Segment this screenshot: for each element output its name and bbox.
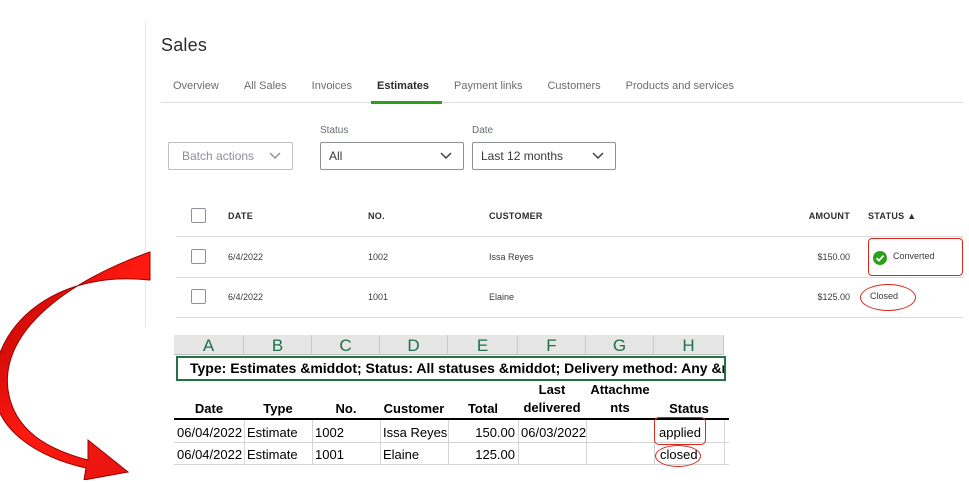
column-header-date[interactable]: DATE bbox=[228, 211, 253, 221]
column-letter-c[interactable]: C bbox=[312, 335, 380, 355]
header-bottom-border bbox=[174, 418, 729, 420]
row-number[interactable]: 1001 bbox=[368, 292, 388, 302]
sales-tabs: Overview All Sales Invoices Estimates Pa… bbox=[161, 73, 963, 104]
tab-overview[interactable]: Overview bbox=[173, 73, 219, 103]
header-no: No. bbox=[335, 401, 357, 416]
column-letter-f[interactable]: F bbox=[518, 335, 586, 355]
column-header-amount[interactable]: AMOUNT bbox=[766, 211, 850, 221]
column-letter-b[interactable]: B bbox=[244, 335, 312, 355]
tab-all-sales[interactable]: All Sales bbox=[244, 73, 287, 103]
row-amount: $125.00 bbox=[817, 292, 850, 302]
header-attachments-line1: Attachme bbox=[590, 382, 650, 397]
cell-customer[interactable]: Elaine bbox=[383, 447, 419, 462]
col-gridline bbox=[312, 420, 313, 465]
tab-customers[interactable]: Customers bbox=[547, 73, 600, 103]
status-filter-select[interactable]: All bbox=[320, 142, 464, 170]
cell-customer[interactable]: Issa Reyes bbox=[383, 425, 447, 440]
row-date: 6/4/2022 bbox=[228, 252, 264, 262]
status-filter-value: All bbox=[329, 149, 343, 163]
col-gridline bbox=[518, 420, 519, 465]
batch-actions-label: Batch actions bbox=[182, 149, 255, 163]
row-checkbox[interactable] bbox=[191, 249, 206, 264]
row-customer[interactable]: Issa Reyes bbox=[489, 252, 534, 262]
select-all-checkbox[interactable] bbox=[191, 208, 206, 223]
cell-type[interactable]: Estimate bbox=[247, 447, 298, 462]
row-divider bbox=[176, 277, 963, 278]
header-divider bbox=[176, 236, 963, 237]
header-last-delivered-line2: delivered bbox=[523, 400, 581, 415]
row-checkbox[interactable] bbox=[191, 289, 206, 304]
column-header-status[interactable]: STATUS ▲ bbox=[868, 211, 916, 221]
status-filter-label: Status bbox=[320, 125, 349, 136]
column-letter-d[interactable]: D bbox=[380, 335, 448, 355]
header-status: Status bbox=[669, 401, 709, 416]
col-gridline bbox=[586, 420, 587, 465]
tab-invoices[interactable]: Invoices bbox=[312, 73, 352, 103]
column-letter-h[interactable]: H bbox=[654, 335, 724, 355]
cell-type[interactable]: Estimate bbox=[247, 425, 298, 440]
date-filter-value: Last 12 months bbox=[481, 149, 564, 163]
header-attachments-line2: nts bbox=[610, 400, 630, 415]
col-gridline bbox=[380, 420, 381, 465]
cell-date[interactable]: 06/04/2022 bbox=[177, 425, 242, 440]
page-title: Sales bbox=[161, 35, 208, 55]
chevron-down-icon bbox=[269, 152, 281, 159]
row-customer[interactable]: Elaine bbox=[489, 292, 514, 302]
tab-products-and-services[interactable]: Products and services bbox=[626, 73, 734, 103]
col-gridline bbox=[244, 420, 245, 465]
row-gridline bbox=[174, 442, 729, 443]
cell-date[interactable]: 06/04/2022 bbox=[177, 447, 242, 462]
column-letter-e[interactable]: E bbox=[448, 335, 518, 355]
chevron-down-icon bbox=[592, 152, 604, 159]
column-header-customer[interactable]: CUSTOMER bbox=[489, 211, 543, 221]
sales-panel: Sales Overview All Sales Invoices Estima… bbox=[145, 22, 969, 327]
tab-estimates[interactable]: Estimates bbox=[371, 73, 442, 104]
column-letter-g[interactable]: G bbox=[586, 335, 654, 355]
check-circle-icon bbox=[873, 251, 887, 265]
column-letter-a[interactable]: A bbox=[174, 335, 244, 355]
cell-last-delivered[interactable]: 06/03/2022 bbox=[521, 425, 586, 440]
header-date: Date bbox=[194, 401, 224, 416]
chevron-down-icon bbox=[440, 152, 452, 159]
cell-total[interactable]: 150.00 bbox=[448, 425, 515, 440]
header-last-delivered: Last delivered bbox=[518, 381, 586, 417]
row-date: 6/4/2022 bbox=[228, 292, 264, 302]
cell-no[interactable]: 1002 bbox=[315, 425, 344, 440]
tab-payment-links[interactable]: Payment links bbox=[454, 73, 522, 103]
header-customer: Customer bbox=[383, 401, 445, 416]
row-gridline bbox=[174, 464, 729, 465]
row-number[interactable]: 1002 bbox=[368, 252, 388, 262]
header-last-delivered-line1: Last bbox=[538, 382, 566, 397]
report-filter-title[interactable]: Type: Estimates &middot; Status: All sta… bbox=[176, 356, 726, 381]
curved-arrow-icon bbox=[0, 251, 151, 480]
highlight-box-annotation bbox=[654, 417, 706, 445]
column-header-no[interactable]: NO. bbox=[368, 211, 385, 221]
row-status: Closed bbox=[870, 291, 899, 301]
cell-total[interactable]: 125.00 bbox=[448, 447, 515, 462]
header-type: Type bbox=[263, 401, 293, 416]
col-gridline bbox=[724, 420, 725, 465]
cell-no[interactable]: 1001 bbox=[315, 447, 344, 462]
header-attachments: Attachme nts bbox=[586, 381, 654, 417]
spreadsheet-export: A B C D E F G H Type: Estimates &middot;… bbox=[174, 335, 729, 475]
date-filter-select[interactable]: Last 12 months bbox=[472, 142, 616, 170]
header-total: Total bbox=[467, 401, 499, 416]
row-status: Converted bbox=[893, 251, 935, 261]
row-divider bbox=[176, 317, 963, 318]
batch-actions-dropdown[interactable]: Batch actions bbox=[168, 142, 293, 170]
row-amount: $150.00 bbox=[817, 252, 850, 262]
highlight-oval-annotation bbox=[655, 445, 701, 467]
date-filter-label: Date bbox=[472, 125, 494, 136]
